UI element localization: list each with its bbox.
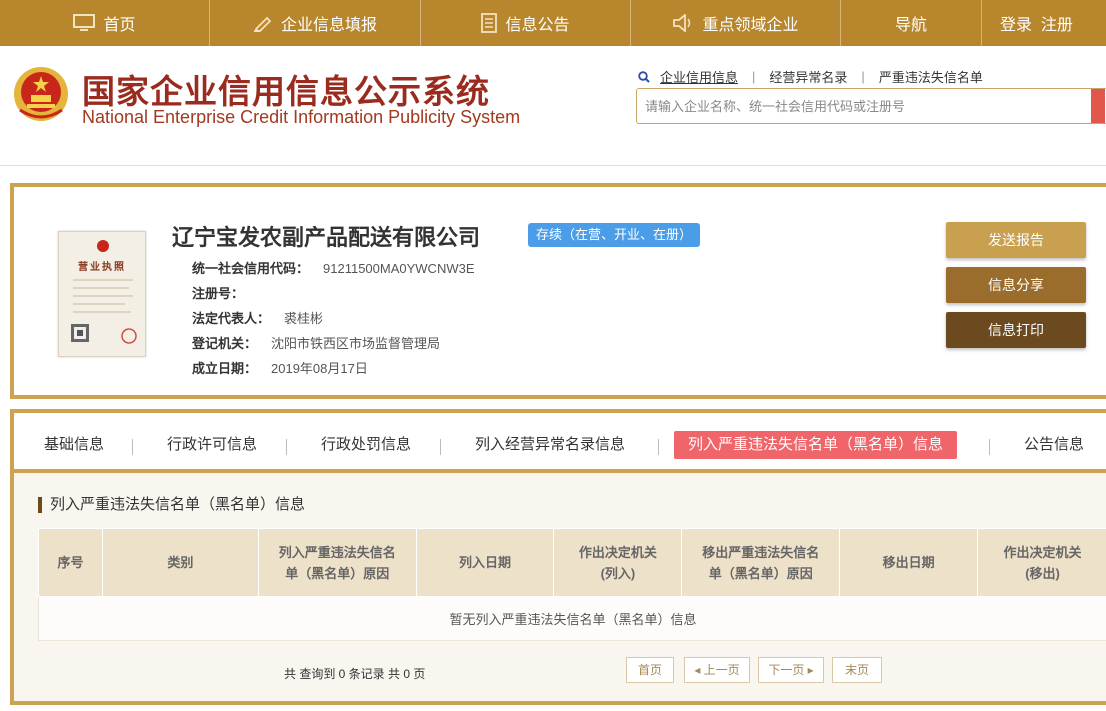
tab-divider bbox=[658, 439, 659, 455]
field-credit-code: 统一社会信用代码： 91211500MA0YWCNW3E bbox=[192, 258, 475, 277]
field-label: 成立日期： bbox=[192, 361, 258, 376]
national-emblem-icon bbox=[14, 67, 68, 121]
search-button[interactable] bbox=[1091, 89, 1105, 123]
search-link-blacklist[interactable]: 严重违法失信名单 bbox=[865, 67, 997, 86]
search-type-links: 企业信用信息 | 经营异常名录 | 严重违法失信名单 bbox=[638, 67, 997, 86]
bottom-strip bbox=[0, 705, 1106, 711]
search-icon bbox=[638, 70, 650, 83]
chevron-left-icon: ◂ bbox=[694, 663, 704, 677]
field-value: 91211500MA0YWCNW3E bbox=[323, 261, 475, 276]
table-row: 暂无列入严重违法失信名单（黑名单）信息 bbox=[38, 596, 1106, 641]
field-label: 法定代表人： bbox=[192, 311, 271, 326]
nav-key-sector[interactable]: 重点领域企业 bbox=[631, 0, 841, 46]
table-header-row: 序号 类别 列入严重违法失信名 单（黑名单）原因 列入日期 作出决定机关 (列入) … bbox=[38, 528, 1106, 597]
tab-blacklist[interactable]: 列入严重违法失信名单（黑名单）信息 bbox=[674, 431, 958, 459]
site-subtitle: National Enterprise Credit Information P… bbox=[82, 107, 521, 127]
tab-abnormal-list[interactable]: 列入经营异常名录信息 bbox=[461, 431, 639, 459]
license-graphic-icon bbox=[71, 240, 137, 344]
monitor-icon bbox=[73, 14, 96, 31]
pager-summary: 共 查询到 0 条记录 共 0 页 bbox=[284, 667, 426, 681]
pager-last-button[interactable]: 末页 bbox=[832, 657, 882, 683]
column-header: 移出日期 bbox=[839, 528, 979, 597]
field-legal-representative: 法定代表人： 裘桂彬 bbox=[192, 308, 323, 327]
site-header: 国家企业信用信息公示系统 National Enterprise Credit … bbox=[0, 46, 1106, 166]
column-header: 序号 bbox=[38, 528, 103, 597]
status-badge: 存续（在营、开业、在册） bbox=[528, 223, 701, 247]
send-report-button[interactable]: 发送报告 bbox=[946, 222, 1086, 258]
tab-divider bbox=[286, 439, 287, 455]
column-header: 列入严重违法失信名 单（黑名单）原因 bbox=[257, 528, 417, 597]
tab-basic-info[interactable]: 基础信息 bbox=[30, 431, 118, 459]
tab-admin-license[interactable]: 行政许可信息 bbox=[153, 431, 271, 459]
top-nav: 首页 企业信息填报 信息公告 重点领域企业 导航 登录 注册 bbox=[0, 0, 1106, 46]
tab-divider bbox=[989, 439, 990, 455]
info-tabs: 基础信息 行政许可信息 行政处罚信息 列入经营异常名录信息 列入严重违法失信名单… bbox=[10, 409, 1106, 473]
nav-enterprise-report[interactable]: 企业信息填报 bbox=[210, 0, 421, 46]
empty-message: 暂无列入严重违法失信名单（黑名单）信息 bbox=[38, 596, 1106, 641]
site-title: 国家企业信用信息公示系统 bbox=[82, 73, 490, 110]
pager-first-button[interactable]: 首页 bbox=[626, 657, 674, 683]
column-header: 移出严重违法失信名 单（黑名单）原因 bbox=[681, 528, 841, 597]
business-license-image[interactable]: 营业执照 bbox=[58, 231, 146, 357]
nav-key-sector-label: 重点领域企业 bbox=[702, 17, 799, 34]
tab-admin-penalty[interactable]: 行政处罚信息 bbox=[307, 431, 425, 459]
field-value: 裘桂彬 bbox=[284, 311, 324, 326]
share-info-button[interactable]: 信息分享 bbox=[946, 267, 1086, 303]
field-label: 统一社会信用代码： bbox=[192, 261, 310, 276]
nav-login-register[interactable]: 登录 注册 bbox=[982, 0, 1106, 46]
nav-enterprise-report-label: 企业信息填报 bbox=[280, 17, 377, 34]
nav-guide-label: 导航 bbox=[894, 17, 927, 34]
nav-login-register-label: 登录 注册 bbox=[1000, 17, 1073, 34]
blacklist-panel: 列入严重违法失信名单（黑名单）信息 序号 类别 列入严重违法失信名 单（黑名单）原… bbox=[10, 473, 1106, 705]
tab-divider bbox=[132, 439, 133, 455]
nav-home-label: 首页 bbox=[103, 17, 136, 34]
pen-icon bbox=[253, 16, 272, 32]
column-header: 列入日期 bbox=[415, 528, 555, 597]
nav-guide[interactable]: 导航 bbox=[841, 0, 982, 46]
pager-prev-button[interactable]: ◂ 上一页 bbox=[684, 657, 750, 683]
search-link-abnormal-list[interactable]: 经营异常名录 bbox=[755, 67, 861, 86]
pager-next-button[interactable]: 下一页 ▸ bbox=[758, 657, 824, 683]
field-registration-number: 注册号： bbox=[192, 283, 258, 302]
search-link-credit-info[interactable]: 企业信用信息 bbox=[650, 67, 752, 86]
print-info-button[interactable]: 信息打印 bbox=[946, 312, 1086, 348]
chevron-right-icon: ▸ bbox=[804, 663, 814, 677]
company-name: 辽宁宝发农副产品配送有限公司 bbox=[172, 225, 481, 250]
field-establishment-date: 成立日期： 2019年08月17日 bbox=[192, 358, 368, 377]
tab-announcements[interactable]: 公告信息 bbox=[1010, 431, 1098, 459]
column-header: 作出决定机关 (列入) bbox=[553, 528, 683, 597]
column-header: 作出决定机关 (移出) bbox=[977, 528, 1106, 597]
license-title: 营业执照 bbox=[78, 262, 126, 273]
blacklist-table: 序号 类别 列入严重违法失信名 单（黑名单）原因 列入日期 作出决定机关 (列入) … bbox=[38, 528, 1106, 641]
nav-announcements-label: 信息公告 bbox=[505, 17, 570, 34]
field-label: 注册号： bbox=[192, 286, 245, 301]
column-header: 类别 bbox=[101, 528, 259, 597]
search-input[interactable] bbox=[637, 89, 1087, 123]
field-label: 登记机关： bbox=[192, 336, 258, 351]
field-value: 2019年08月17日 bbox=[271, 361, 368, 376]
search-box bbox=[636, 88, 1106, 124]
field-value: 沈阳市铁西区市场监督管理局 bbox=[271, 336, 441, 351]
panel-heading: 列入严重违法失信名单（黑名单）信息 bbox=[38, 497, 305, 513]
tab-divider bbox=[440, 439, 441, 455]
field-registration-authority: 登记机关： 沈阳市铁西区市场监督管理局 bbox=[192, 333, 440, 352]
nav-home[interactable]: 首页 bbox=[0, 0, 210, 46]
company-card: 营业执照 辽宁宝发农副产品配送有限公司 存续（在营、开业、在册） 统一社会信用代… bbox=[10, 183, 1106, 399]
document-icon bbox=[481, 13, 498, 33]
speaker-icon bbox=[673, 14, 691, 32]
nav-announcements[interactable]: 信息公告 bbox=[421, 0, 631, 46]
